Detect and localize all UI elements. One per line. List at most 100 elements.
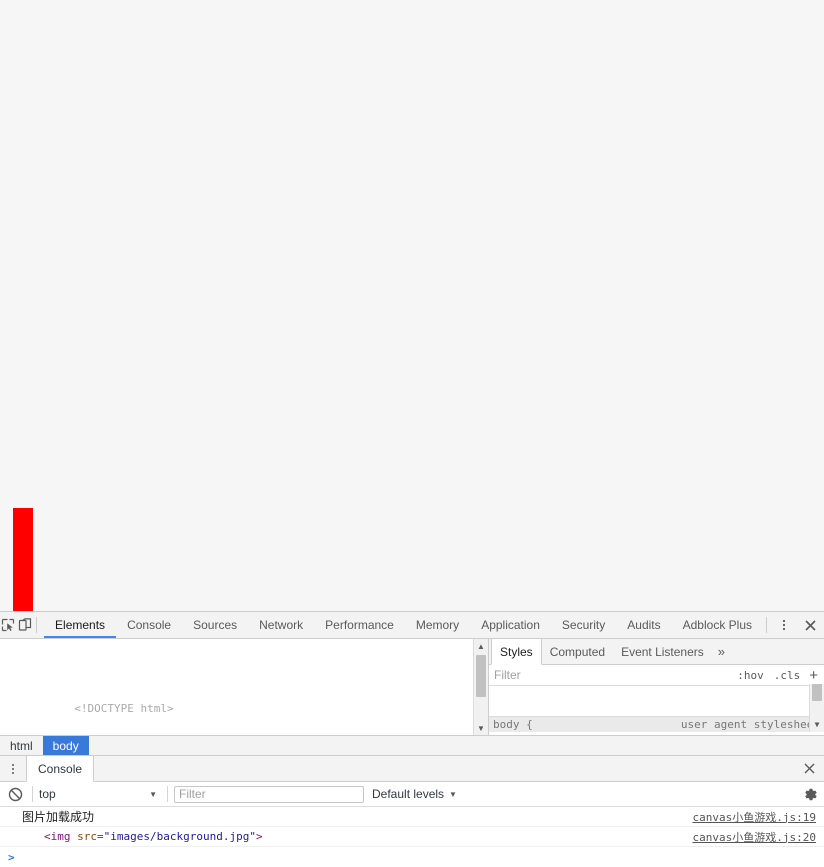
more-tabs-label: »	[717, 644, 726, 659]
tab-console[interactable]: Console	[116, 612, 182, 638]
tab-security-label: Security	[561, 618, 606, 632]
tab-elements-label: Elements	[55, 618, 106, 632]
dom-line-doctype[interactable]: <!DOCTYPE html>	[0, 686, 488, 715]
tab-styles[interactable]: Styles	[491, 639, 542, 665]
console-message-html: <img src="images/background.jpg">	[22, 830, 263, 843]
close-icon[interactable]	[797, 612, 824, 638]
console-context-value: top	[39, 787, 56, 801]
scrollbar-thumb[interactable]	[476, 655, 486, 697]
console-filter-bar: top ▼ Default levels ▼	[0, 782, 824, 807]
styles-scrollbar[interactable]: ▲ ▼	[809, 684, 824, 732]
more-vertical-icon[interactable]	[770, 612, 797, 638]
tab-network-label: Network	[259, 618, 304, 632]
tab-sources-label: Sources	[193, 618, 238, 632]
tab-event-listeners-label: Event Listeners	[621, 644, 704, 659]
breadcrumb-item-html[interactable]: html	[0, 736, 43, 755]
breadcrumb-item-body-label: body	[52, 738, 79, 753]
breadcrumb-item-body[interactable]: body	[42, 736, 89, 755]
tab-memory[interactable]: Memory	[405, 612, 470, 638]
scroll-down-arrow-icon[interactable]: ▼	[810, 718, 824, 732]
devtools-toolbar-right	[763, 612, 824, 638]
tab-performance[interactable]: Performance	[314, 612, 405, 638]
tab-security[interactable]: Security	[551, 612, 616, 638]
tab-memory-label: Memory	[415, 618, 460, 632]
styles-filter-input[interactable]	[494, 668, 733, 682]
scroll-down-arrow-icon[interactable]: ▼	[474, 721, 488, 735]
dom-tree-scrollbar[interactable]: ▲ ▼	[473, 639, 488, 735]
console-message-source-link[interactable]: canvas小鱼游戏.js:19	[693, 809, 816, 825]
tab-adblock-plus[interactable]: Adblock Plus	[672, 612, 763, 638]
prompt-caret-icon: >	[8, 850, 15, 864]
tab-application-label: Application	[481, 618, 540, 632]
console-levels-value: Default levels	[372, 787, 445, 801]
tab-adblock-plus-label: Adblock Plus	[682, 618, 752, 632]
tab-performance-label: Performance	[325, 618, 394, 632]
cls-toggle-button[interactable]: .cls	[769, 669, 806, 682]
console-prompt[interactable]: >	[0, 847, 824, 867]
tab-audits-label: Audits	[627, 618, 661, 632]
tab-audits[interactable]: Audits	[616, 612, 671, 638]
breadcrumb-item-html-label: html	[10, 738, 33, 753]
gear-icon[interactable]	[803, 787, 818, 802]
devtools-toolbar: Elements Console Sources Network Perform…	[0, 612, 824, 639]
inspect-element-icon[interactable]	[0, 612, 17, 638]
chevron-down-icon: ▼	[449, 789, 457, 799]
page-viewport	[0, 0, 824, 611]
tab-application[interactable]: Application	[470, 612, 551, 638]
img-eq: =	[97, 830, 104, 843]
cls-toggle-label: .cls	[773, 668, 801, 682]
styles-tab-strip: Styles Computed Event Listeners »	[489, 639, 824, 665]
drawer-tab-console-label: Console	[38, 761, 83, 776]
devtools-split: <!DOCTYPE html> <html lang="en"> ▶<head>…	[0, 639, 824, 735]
red-rectangle-shape	[13, 508, 33, 611]
drawer-tab-console[interactable]: Console	[26, 756, 95, 782]
close-icon[interactable]	[794, 756, 824, 781]
toolbar-divider-right	[766, 617, 767, 633]
scrollbar-thumb[interactable]	[812, 684, 822, 701]
styles-rules-content: element.style { background:▶#f6f6f6; } b…	[489, 684, 824, 732]
ua-rule-selector: body {	[493, 718, 533, 731]
img-tag-name: img	[50, 830, 71, 843]
console-message-row[interactable]: 图片加载成功 canvas小鱼游戏.js:19	[0, 807, 824, 827]
device-toolbar-icon[interactable]	[17, 612, 34, 638]
tab-console-label: Console	[127, 618, 172, 632]
tab-network[interactable]: Network	[248, 612, 314, 638]
toolbar-divider	[36, 617, 38, 633]
tab-sources[interactable]: Sources	[182, 612, 248, 638]
img-tag-close: >	[255, 830, 263, 843]
console-levels-select[interactable]: Default levels ▼	[372, 787, 457, 801]
add-style-rule-label: +	[809, 666, 818, 684]
clear-console-icon[interactable]	[4, 787, 26, 802]
console-message-list: 图片加载成功 canvas小鱼游戏.js:19 <img src="images…	[0, 807, 824, 867]
breadcrumb: html body	[0, 735, 824, 756]
img-attr-name: src	[77, 830, 97, 843]
tab-computed[interactable]: Computed	[542, 639, 613, 664]
user-agent-rule-row[interactable]: body { user agent stylesheet	[489, 716, 824, 732]
tab-computed-label: Computed	[549, 644, 606, 659]
console-message-row[interactable]: <img src="images/background.jpg"> canvas…	[0, 827, 824, 847]
console-message-source-link[interactable]: canvas小鱼游戏.js:20	[693, 829, 816, 845]
drawer-tab-strip: Console	[0, 756, 824, 782]
console-context-select[interactable]: top ▼	[39, 787, 161, 801]
tab-elements[interactable]: Elements	[44, 612, 117, 638]
console-message-text: 图片加载成功	[22, 810, 95, 824]
filter-divider-2	[167, 786, 168, 802]
doctype-text: <!DOCTYPE html>	[74, 702, 174, 715]
hov-toggle-button[interactable]: :hov	[732, 669, 769, 682]
chevron-down-icon: ▼	[149, 789, 157, 799]
styles-pane: Styles Computed Event Listeners » :hov .…	[489, 639, 824, 735]
devtools-panel: Elements Console Sources Network Perform…	[0, 611, 824, 867]
console-filter-input[interactable]	[174, 785, 364, 803]
devtools-tab-strip: Elements Console Sources Network Perform…	[44, 612, 763, 638]
dom-tree-pane: <!DOCTYPE html> <html lang="en"> ▶<head>…	[0, 639, 489, 735]
more-tabs-chevron-icon[interactable]: »	[712, 639, 731, 664]
styles-filter-bar: :hov .cls +	[489, 665, 824, 686]
dom-tree: <!DOCTYPE html> <html lang="en"> ▶<head>…	[0, 639, 488, 735]
add-style-rule-button[interactable]: +	[805, 668, 824, 683]
img-tag-open: <	[44, 830, 51, 843]
filter-divider	[32, 786, 33, 802]
hov-toggle-label: :hov	[737, 668, 764, 682]
scroll-up-arrow-icon[interactable]: ▲	[474, 639, 488, 653]
tab-event-listeners[interactable]: Event Listeners	[613, 639, 712, 664]
more-vertical-icon[interactable]	[0, 756, 26, 781]
